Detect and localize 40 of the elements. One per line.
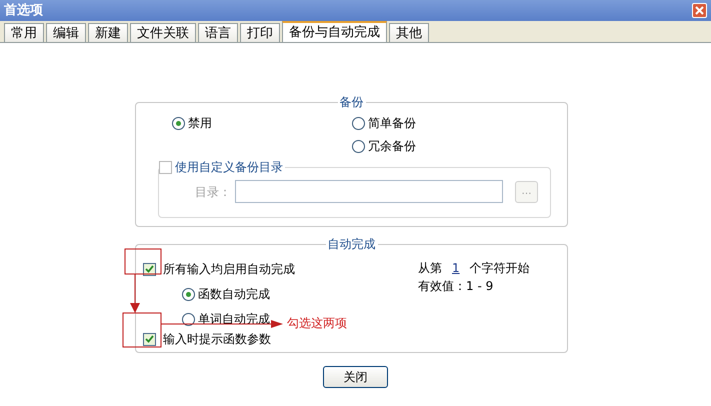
tab[interactable]: 编辑 <box>46 23 86 42</box>
tab[interactable]: 文件关联 <box>130 23 196 42</box>
tab[interactable]: 打印 <box>240 23 280 42</box>
radio-label: 简单备份 <box>368 115 416 132</box>
radio-label: 函数自动完成 <box>198 288 270 300</box>
annotation-text: 勾选这两项 <box>287 317 347 329</box>
tab[interactable]: 语言 <box>198 23 238 42</box>
checkbox[interactable] <box>143 262 156 276</box>
checkbox[interactable] <box>143 332 156 346</box>
tab[interactable]: 新建 <box>88 23 128 42</box>
radio-button[interactable] <box>182 288 195 300</box>
highlight-box <box>122 312 162 348</box>
window-title: 首选项 <box>4 2 43 20</box>
start-suffix: 个字符开始 <box>470 260 530 277</box>
radio-label: 冗余备份 <box>368 138 416 155</box>
radio-button[interactable] <box>352 116 365 130</box>
checkbox-label: 所有输入均启用自动完成 <box>163 263 295 275</box>
start-prefix: 从第 <box>418 260 442 277</box>
checkbox-label: 使用自定义备份目录 <box>175 159 283 176</box>
close-icon <box>695 6 704 15</box>
checkbox-label: 输入时提示函数参数 <box>163 333 271 345</box>
radio-label: 禁用 <box>188 115 212 132</box>
radio-button[interactable] <box>172 116 185 130</box>
group-title: 备份 <box>338 94 364 111</box>
tab[interactable]: 常用 <box>4 23 44 42</box>
tab[interactable]: 其他 <box>389 23 429 42</box>
valid-range: 有效值：1 - 9 <box>418 278 494 295</box>
group-title: 自动完成 <box>326 236 376 253</box>
radio-button[interactable] <box>352 140 365 152</box>
tab[interactable]: 备份与自动完成 <box>282 21 387 42</box>
check-icon <box>145 335 154 343</box>
close-dialog-button[interactable]: 关闭 <box>323 366 388 388</box>
annotation-arrow <box>130 274 140 313</box>
field-label: 目录： <box>194 184 232 200</box>
highlight-box <box>124 248 162 274</box>
radio-button[interactable] <box>182 312 195 326</box>
checkbox[interactable] <box>159 160 172 174</box>
start-value[interactable]: 1 <box>452 259 460 277</box>
check-icon <box>145 265 154 273</box>
close-button[interactable] <box>692 3 707 18</box>
